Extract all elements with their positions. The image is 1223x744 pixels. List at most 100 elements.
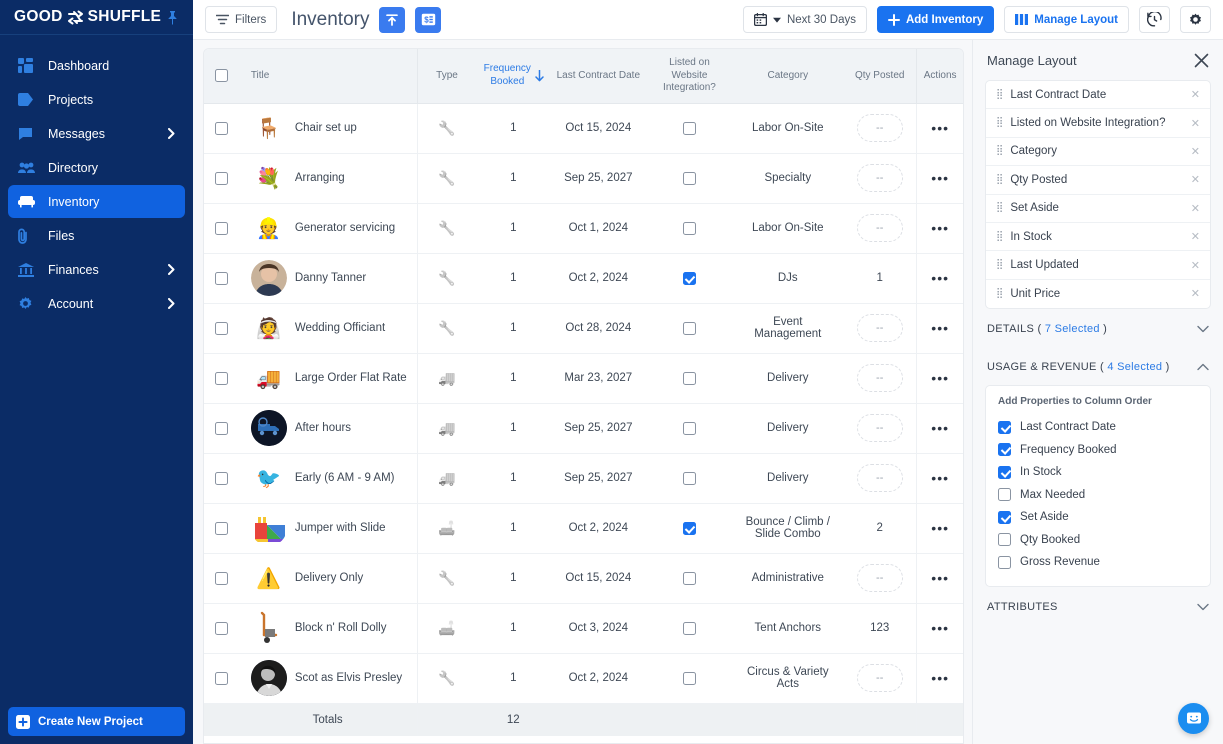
row-select-cell[interactable] [204, 403, 239, 454]
listed-checkbox[interactable] [682, 571, 696, 585]
row-select-cell[interactable] [204, 653, 239, 704]
pin-icon[interactable] [166, 10, 179, 25]
row-actions-cell[interactable]: ••• [916, 153, 963, 204]
sidebar-item-messages[interactable]: Messages [8, 117, 185, 150]
column-order-item-unit-price[interactable]: ⣿ Unit Price ✕ [986, 280, 1210, 308]
row-listed-cell[interactable] [646, 453, 733, 504]
property-last-contract-date[interactable]: Last Contract Date [998, 416, 1198, 439]
row-qty-posted-cell[interactable]: -- [843, 153, 917, 204]
chevron-down-icon[interactable] [1197, 603, 1209, 611]
property-qty-booked[interactable]: Qty Booked [998, 529, 1198, 552]
row-qty-posted-cell[interactable]: -- [843, 403, 917, 454]
property-checkbox[interactable] [998, 533, 1011, 547]
sidebar-item-account[interactable]: Account [8, 287, 185, 320]
row-actions-cell[interactable]: ••• [916, 253, 963, 304]
table-row[interactable]: Jumper with Slide 🛋️ 1 Oct 2, 2024 Bounc… [204, 503, 963, 554]
listed-checkbox[interactable] [682, 421, 696, 435]
row-checkbox[interactable] [214, 171, 228, 185]
row-actions-cell[interactable]: ••• [916, 403, 963, 454]
property-checkbox[interactable] [998, 510, 1011, 524]
more-horizontal-icon[interactable]: ••• [931, 420, 949, 436]
section-attributes[interactable]: ATTRIBUTES [973, 587, 1223, 625]
more-horizontal-icon[interactable]: ••• [931, 620, 949, 636]
row-qty-posted-cell[interactable]: -- [843, 203, 917, 254]
row-listed-cell[interactable] [646, 553, 733, 604]
column-header-qty-posted[interactable]: Qty Posted [843, 49, 917, 104]
sidebar-item-inventory[interactable]: Inventory [8, 185, 185, 218]
chevron-down-icon[interactable] [1197, 325, 1209, 333]
column-header-category[interactable]: Category [732, 49, 844, 104]
property-gross-revenue[interactable]: Gross Revenue [998, 551, 1198, 574]
create-new-project-button[interactable]: Create New Project [8, 707, 185, 736]
listed-checkbox[interactable] [682, 521, 696, 535]
more-horizontal-icon[interactable]: ••• [931, 220, 949, 236]
row-qty-posted-cell[interactable]: -- [843, 553, 917, 604]
column-order-item-in-stock[interactable]: ⣿ In Stock ✕ [986, 223, 1210, 252]
more-horizontal-icon[interactable]: ••• [931, 470, 949, 486]
column-header-title[interactable]: Title [238, 49, 418, 104]
section-details[interactable]: DETAILS ( 7 Selected ) [973, 309, 1223, 347]
row-listed-cell[interactable] [646, 603, 733, 654]
row-qty-posted-cell[interactable]: 123 [843, 603, 917, 654]
column-order-item-qty-posted[interactable]: ⣿ Qty Posted ✕ [986, 166, 1210, 195]
row-select-cell[interactable] [204, 603, 239, 654]
column-header-frequency-booked[interactable]: Frequency Booked [476, 49, 551, 104]
row-qty-posted-cell[interactable]: -- [843, 353, 917, 404]
row-listed-cell[interactable] [646, 303, 733, 354]
row-select-cell[interactable] [204, 303, 239, 354]
date-range-selector[interactable]: Next 30 Days [742, 6, 867, 33]
sidebar-item-directory[interactable]: Directory [8, 151, 185, 184]
brand-logo[interactable]: GOOD SHUFFLE [14, 8, 161, 26]
more-horizontal-icon[interactable]: ••• [931, 320, 949, 336]
property-checkbox[interactable] [998, 443, 1011, 457]
row-actions-cell[interactable]: ••• [916, 653, 963, 704]
row-checkbox[interactable] [214, 121, 228, 135]
listed-checkbox[interactable] [682, 321, 696, 335]
row-actions-cell[interactable]: ••• [916, 303, 963, 354]
column-header-type[interactable]: Type [416, 49, 477, 104]
column-order-item-category[interactable]: ⣿ Category ✕ [986, 138, 1210, 167]
filters-button[interactable]: Filters [205, 6, 278, 33]
table-row[interactable]: ⚠️ Delivery Only 🔧 1 Oct 15, 2024 Admini… [204, 553, 963, 604]
sidebar-item-files[interactable]: Files [8, 219, 185, 252]
chevron-up-icon[interactable] [1197, 363, 1209, 371]
row-title-cell[interactable]: 👰 Wedding Officiant [238, 303, 418, 354]
listed-checkbox[interactable] [682, 121, 696, 135]
select-all-header[interactable] [204, 49, 239, 104]
remove-icon[interactable]: ✕ [1191, 230, 1200, 243]
chat-launcher-button[interactable] [1178, 703, 1209, 734]
row-listed-cell[interactable] [646, 353, 733, 404]
row-select-cell[interactable] [204, 203, 239, 254]
more-horizontal-icon[interactable]: ••• [931, 270, 949, 286]
drag-handle-icon[interactable]: ⣿ [996, 118, 1003, 128]
row-checkbox[interactable] [214, 321, 228, 335]
listed-checkbox[interactable] [682, 671, 696, 685]
row-title-cell[interactable]: 👷 Generator servicing [238, 203, 418, 254]
row-select-cell[interactable] [204, 453, 239, 504]
row-checkbox[interactable] [214, 571, 228, 585]
row-checkbox[interactable] [214, 421, 228, 435]
row-select-cell[interactable] [204, 253, 239, 304]
select-all-checkbox[interactable] [214, 68, 228, 82]
row-title-cell[interactable]: ⚠️ Delivery Only [238, 553, 418, 604]
remove-icon[interactable]: ✕ [1191, 259, 1200, 272]
more-horizontal-icon[interactable]: ••• [931, 520, 949, 536]
listed-checkbox[interactable] [682, 471, 696, 485]
row-title-cell[interactable]: 💐 Arranging [238, 153, 418, 204]
table-row[interactable]: 💐 Arranging 🔧 1 Sep 25, 2027 Specialty -… [204, 153, 963, 204]
row-checkbox[interactable] [214, 471, 228, 485]
table-row[interactable]: Scot as Elvis Presley 🔧 1 Oct 2, 2024 Ci… [204, 653, 963, 704]
column-header-last-contract-date[interactable]: Last Contract Date [550, 49, 647, 104]
table-row[interactable]: Block n' Roll Dolly 🛋️ 1 Oct 3, 2024 Ten… [204, 603, 963, 654]
row-title-cell[interactable]: 🪑 Chair set up [238, 103, 418, 154]
row-title-cell[interactable]: Block n' Roll Dolly [238, 603, 418, 654]
row-title-cell[interactable]: After hours [238, 403, 418, 454]
row-qty-posted-cell[interactable]: 2 [843, 503, 917, 554]
row-qty-posted-cell[interactable]: -- [843, 653, 917, 704]
row-actions-cell[interactable]: ••• [916, 103, 963, 154]
row-listed-cell[interactable] [646, 253, 733, 304]
row-select-cell[interactable] [204, 553, 239, 604]
remove-icon[interactable]: ✕ [1191, 117, 1200, 130]
add-inventory-button[interactable]: Add Inventory [876, 6, 995, 33]
row-title-cell[interactable]: Danny Tanner [238, 253, 418, 304]
